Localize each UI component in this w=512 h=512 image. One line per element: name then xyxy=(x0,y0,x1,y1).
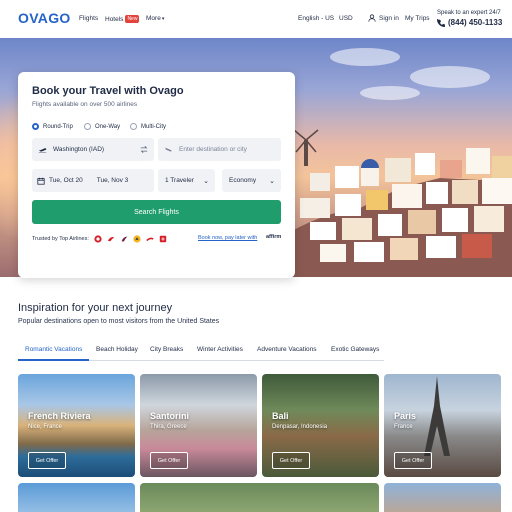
destination-card-bali[interactable]: Bali Denpasar, Indonesia Get Offer xyxy=(262,374,379,477)
trusted-label: Trusted by Top Airlines: xyxy=(32,236,89,242)
hero-cloud xyxy=(410,66,490,88)
destination-field[interactable]: Enter destination or city xyxy=(158,138,281,161)
pay-later-link[interactable]: Book now, pay later with xyxy=(198,235,257,241)
destination-placeholder: Enter destination or city xyxy=(179,146,247,153)
destination-name: Santorini xyxy=(150,411,190,421)
destination-card-partial[interactable] xyxy=(140,483,379,512)
dates-field[interactable]: Tue, Oct 20 Tue, Nov 3 xyxy=(32,169,154,192)
inspiration-subtitle: Popular destinations open to most visito… xyxy=(18,318,220,325)
hero-cloud xyxy=(330,48,400,66)
nav-hotels[interactable]: Hotels New xyxy=(105,15,140,23)
origin-field[interactable]: Washington (IAD) xyxy=(32,138,154,161)
tab-beach-holiday[interactable]: Beach Holiday xyxy=(96,346,138,353)
radio-one-way[interactable]: One-Way xyxy=(84,123,120,130)
phone-icon xyxy=(437,18,445,27)
destination-place: Nice, France xyxy=(28,424,63,430)
tab-exotic-gateways[interactable]: Exotic Gateways xyxy=(331,346,379,353)
destination-card-paris[interactable]: Paris France Get Offer xyxy=(384,374,501,477)
santorini-village-illustration xyxy=(280,129,512,277)
get-offer-button[interactable]: Get Offer xyxy=(28,452,66,469)
get-offer-button[interactable]: Get Offer xyxy=(272,452,310,469)
radio-label: One-Way xyxy=(95,123,121,130)
expert-text: Speak to an expert 24/7 xyxy=(437,10,501,16)
new-badge: New xyxy=(125,15,140,23)
radio-dot xyxy=(130,123,137,130)
get-offer-button[interactable]: Get Offer xyxy=(394,452,432,469)
destination-name: French Riviera xyxy=(28,411,91,421)
affirm-logo: affirm xyxy=(266,234,282,240)
destination-place: France xyxy=(394,424,413,430)
user-icon xyxy=(368,14,376,22)
top-header: OVAGO Flights Hotels New More▾ English - … xyxy=(0,0,512,38)
cabin-select[interactable]: Economy ⌄ xyxy=(222,169,281,192)
qatar-airways-logo xyxy=(121,236,128,242)
currency-selector[interactable]: USD xyxy=(339,15,353,22)
destination-place: Denpasar, Indonesia xyxy=(272,424,328,430)
swap-icon[interactable] xyxy=(140,146,148,153)
destination-card-french-riviera[interactable]: French Riviera Nice, France Get Offer xyxy=(18,374,135,477)
plane-landing-icon xyxy=(164,146,173,153)
radio-round-trip[interactable]: Round-Trip xyxy=(32,123,73,130)
language-selector[interactable]: English - US xyxy=(298,15,334,22)
destination-card-santorini[interactable]: Santorini Thira, Greece Get Offer xyxy=(140,374,257,477)
get-offer-button[interactable]: Get Offer xyxy=(150,452,188,469)
ovago-logo[interactable]: OVAGO xyxy=(18,10,71,26)
nav-more-label: More xyxy=(146,15,161,22)
eiffel-tower-illustration xyxy=(424,376,450,456)
airline-logo-swoosh xyxy=(146,237,154,242)
nav-more[interactable]: More▾ xyxy=(146,15,164,22)
radio-dot xyxy=(84,123,91,130)
travelers-value: 1 Traveler xyxy=(165,177,194,184)
cabin-value: Economy xyxy=(229,177,257,184)
chevron-down-icon: ⌄ xyxy=(269,177,275,185)
radio-multi-city[interactable]: Multi-City xyxy=(130,123,166,130)
destination-card-partial[interactable] xyxy=(18,483,135,512)
travelers-select[interactable]: 1 Traveler ⌄ xyxy=(158,169,215,192)
airline-logo-red-bird xyxy=(107,237,115,242)
inspiration-title: Inspiration for your next journey xyxy=(18,302,173,314)
active-tab-indicator xyxy=(18,359,89,361)
lufthansa-logo xyxy=(133,235,141,243)
tab-adventure-vacations[interactable]: Adventure Vacations xyxy=(257,346,317,353)
return-date: Tue, Nov 3 xyxy=(96,177,129,184)
tab-winter-activities[interactable]: Winter Activities xyxy=(197,346,243,353)
trusted-airlines: Trusted by Top Airlines: xyxy=(32,235,167,243)
tab-romantic-vacations[interactable]: Romantic Vacations xyxy=(25,346,82,353)
category-tabs: Romantic Vacations Beach Holiday City Br… xyxy=(18,343,384,361)
chevron-down-icon: ⌄ xyxy=(203,177,209,185)
booking-subtitle: Flights available on over 500 airlines xyxy=(32,101,138,108)
nav-flights[interactable]: Flights xyxy=(79,15,98,22)
turkish-airlines-logo xyxy=(94,235,102,243)
radio-label: Round-Trip xyxy=(43,123,73,130)
destination-name: Bali xyxy=(272,411,289,421)
calendar-icon xyxy=(37,177,45,185)
booking-title: Book your Travel with Ovago xyxy=(32,85,184,97)
phone-number: (844) 450-1133 xyxy=(448,18,503,27)
airline-logo-square xyxy=(159,235,167,243)
depart-date: Tue, Oct 20 xyxy=(49,177,83,184)
phone-link[interactable]: (844) 450-1133 xyxy=(437,18,502,27)
sign-in-button[interactable]: Sign in xyxy=(368,14,399,22)
search-flights-button[interactable]: Search Flights xyxy=(32,200,281,224)
radio-label: Multi-City xyxy=(141,123,166,130)
origin-value: Washington (IAD) xyxy=(53,146,105,153)
nav-hotels-label: Hotels xyxy=(105,16,124,23)
destination-place: Thira, Greece xyxy=(150,424,187,430)
tab-city-breaks[interactable]: City Breaks xyxy=(150,346,183,353)
booking-card: Book your Travel with Ovago Flights avai… xyxy=(18,72,295,278)
radio-dot xyxy=(32,123,39,130)
sign-in-label: Sign in xyxy=(379,14,399,22)
plane-takeoff-icon xyxy=(38,147,47,152)
my-trips-link[interactable]: My Trips xyxy=(405,15,430,22)
chevron-down-icon: ▾ xyxy=(161,16,165,22)
destination-name: Paris xyxy=(394,411,417,421)
hero-cloud xyxy=(360,86,420,100)
destination-card-partial[interactable] xyxy=(384,483,501,512)
